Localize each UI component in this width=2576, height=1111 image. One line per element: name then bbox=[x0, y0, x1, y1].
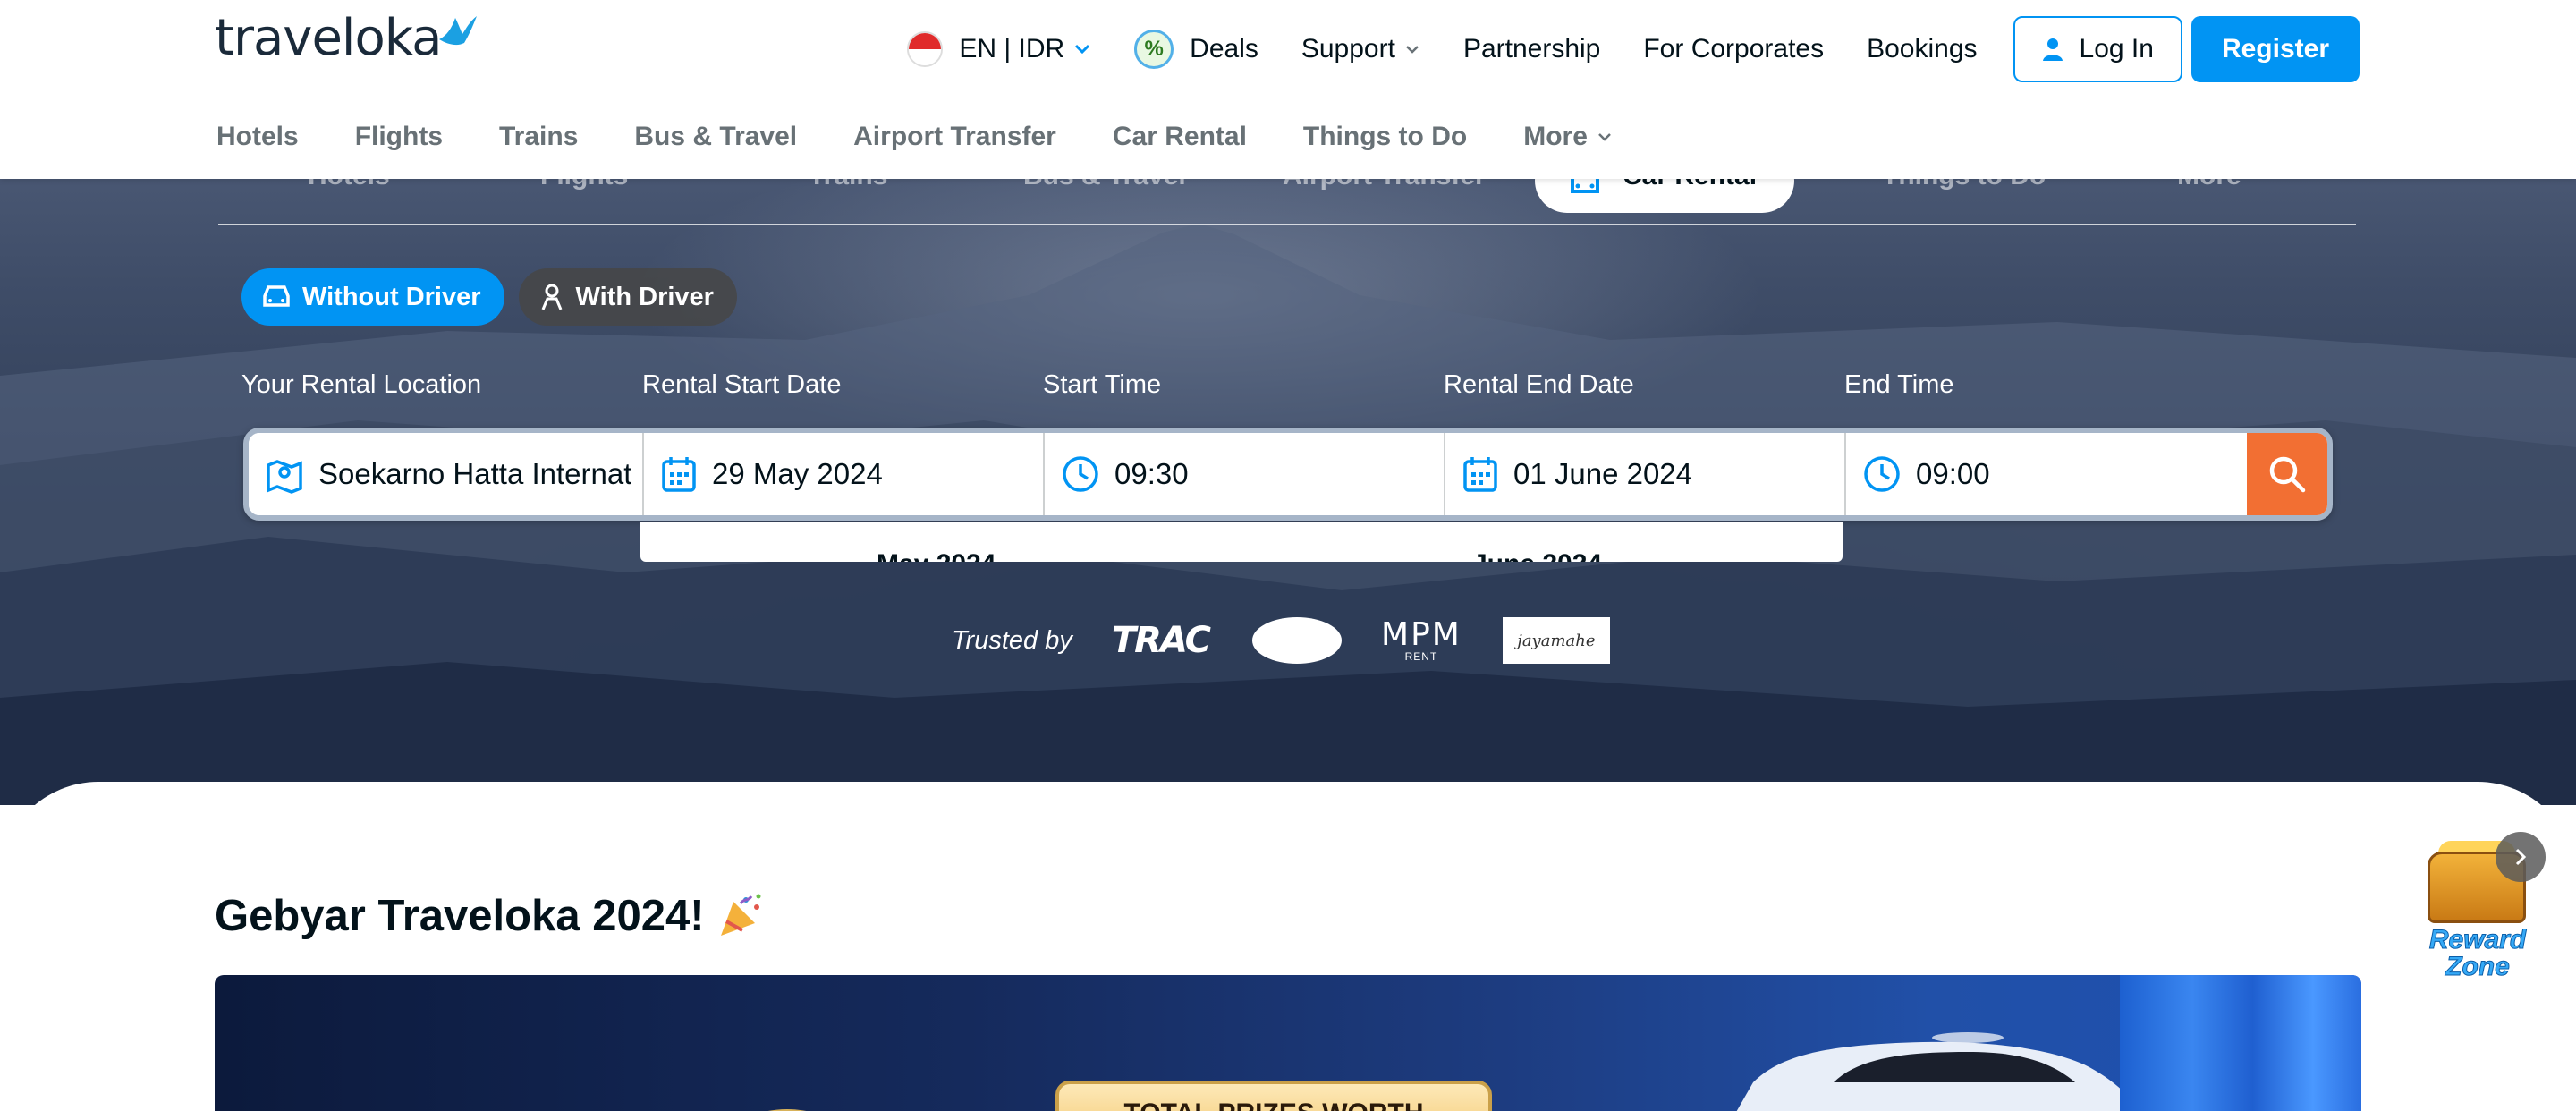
subnav-flights[interactable]: Flights bbox=[355, 122, 443, 152]
login-button[interactable]: Log In bbox=[2012, 16, 2182, 82]
with-driver-label: With Driver bbox=[575, 282, 714, 311]
partnership-link[interactable]: Partnership bbox=[1463, 34, 1600, 64]
percent-icon: % bbox=[1134, 30, 1174, 69]
prev-month-icon[interactable]: ‹ bbox=[667, 551, 676, 562]
chevron-down-icon bbox=[1075, 44, 1090, 55]
product-sub-nav: Hotels Flights Trains Bus & Travel Airpo… bbox=[216, 116, 1669, 157]
trusted-label: Trusted by bbox=[952, 625, 1072, 655]
curtain-decoration bbox=[2120, 975, 2361, 1111]
clock-icon bbox=[1864, 456, 1900, 492]
party-popper-icon bbox=[720, 894, 761, 936]
gebyar-promo-banner[interactable]: TOTAL PRIZES WORTH bbox=[215, 975, 2361, 1111]
jayamahe-logo: jayamahe bbox=[1502, 617, 1610, 664]
register-button[interactable]: Register bbox=[2190, 16, 2360, 82]
user-icon bbox=[2042, 38, 2063, 61]
bird-icon bbox=[439, 16, 478, 46]
prize-badge: TOTAL PRIZES WORTH bbox=[1055, 1081, 1492, 1111]
start-date-field[interactable]: 29 May 2024 bbox=[644, 433, 1045, 515]
search-icon bbox=[2269, 456, 2306, 493]
promo-title-text: Gebyar Traveloka 2024! bbox=[215, 892, 705, 940]
support-label: Support bbox=[1301, 34, 1395, 64]
car-icon bbox=[263, 285, 290, 307]
partner-oval-logo bbox=[1252, 617, 1343, 664]
next-month-icon[interactable]: › bbox=[1800, 551, 1809, 562]
start-time-field[interactable]: 09:30 bbox=[1045, 433, 1445, 515]
trusted-partners: Trusted by TRAC MPM RENT jayamahe bbox=[952, 614, 1610, 667]
site-header: traveloka EN | IDR % Deals Support Partn… bbox=[0, 0, 2576, 179]
end-date-label: Rental End Date bbox=[1444, 370, 1634, 399]
start-date-value: 29 May 2024 bbox=[712, 457, 883, 490]
subnav-airport-transfer[interactable]: Airport Transfer bbox=[853, 122, 1056, 152]
prize-badge-text: TOTAL PRIZES WORTH bbox=[1059, 1098, 1488, 1111]
subnav-hotels[interactable]: Hotels bbox=[216, 122, 299, 152]
end-time-value: 09:00 bbox=[1916, 457, 1990, 490]
subnav-things-to-do[interactable]: Things to Do bbox=[1303, 122, 1467, 152]
subnav-more-label: More bbox=[1523, 122, 1588, 151]
calendar-icon bbox=[1463, 457, 1497, 492]
bookings-link[interactable]: Bookings bbox=[1867, 34, 1977, 64]
end-time-label: End Time bbox=[1844, 370, 1954, 399]
end-time-field[interactable]: 09:00 bbox=[1846, 433, 2247, 515]
subnav-more[interactable]: More bbox=[1523, 122, 1613, 152]
location-label: Your Rental Location bbox=[242, 370, 482, 399]
deals-label: Deals bbox=[1190, 34, 1258, 64]
location-value: Soekarno Hatta International Airport bbox=[318, 457, 631, 490]
without-driver-label: Without Driver bbox=[302, 282, 481, 311]
map-pin-icon bbox=[267, 460, 302, 494]
chevron-right-icon bbox=[2515, 848, 2527, 866]
deals-link[interactable]: % Deals bbox=[1134, 30, 1258, 69]
subnav-car-rental[interactable]: Car Rental bbox=[1113, 122, 1247, 152]
login-label: Log In bbox=[2079, 34, 2154, 64]
indonesia-flag-icon bbox=[907, 31, 944, 67]
language-currency-label: EN | IDR bbox=[959, 34, 1065, 64]
reward-zone-label: Reward Zone bbox=[2415, 925, 2540, 981]
trac-logo: TRAC bbox=[1111, 620, 1211, 661]
end-date-value: 01 June 2024 bbox=[1513, 457, 1693, 490]
language-currency-selector[interactable]: EN | IDR bbox=[907, 31, 1091, 67]
start-time-value: 09:30 bbox=[1114, 457, 1189, 490]
subnav-bus-travel[interactable]: Bus & Travel bbox=[634, 122, 797, 152]
top-nav: EN | IDR % Deals Support Partnership For… bbox=[907, 16, 2360, 82]
without-driver-chip[interactable]: Without Driver bbox=[242, 268, 504, 326]
search-button[interactable] bbox=[2247, 433, 2327, 515]
chevron-down-icon bbox=[1598, 133, 1611, 141]
search-field-labels: Your Rental Location Rental Start Date S… bbox=[242, 370, 2299, 406]
calendar-month-left: May 2024 bbox=[877, 549, 996, 562]
for-corporates-link[interactable]: For Corporates bbox=[1643, 34, 1824, 64]
reward-zone-widget[interactable]: Reward Zone bbox=[2415, 832, 2546, 993]
chevron-down-icon bbox=[1406, 46, 1419, 54]
rental-mode-toggle: Without Driver With Driver bbox=[242, 268, 751, 326]
support-menu[interactable]: Support bbox=[1301, 34, 1420, 64]
driver-icon bbox=[541, 284, 562, 310]
reward-label-line1: Reward bbox=[2428, 925, 2527, 954]
date-picker-dropdown: ‹ May 2024 June 2024 › bbox=[640, 522, 1843, 562]
clock-icon bbox=[1063, 456, 1098, 492]
end-date-field[interactable]: 01 June 2024 bbox=[1445, 433, 1846, 515]
traveloka-logo[interactable]: traveloka bbox=[215, 7, 479, 70]
reward-label-line2: Zone bbox=[2445, 952, 2511, 981]
car-rental-search-bar: Soekarno Hatta International Airport 29 … bbox=[243, 428, 2333, 521]
promo-section-title: Gebyar Traveloka 2024! bbox=[215, 891, 766, 941]
subnav-trains[interactable]: Trains bbox=[499, 122, 578, 152]
logo-text: traveloka bbox=[215, 9, 442, 67]
calendar-icon bbox=[662, 457, 696, 492]
start-date-label: Rental Start Date bbox=[642, 370, 842, 399]
reward-expand-button[interactable] bbox=[2496, 832, 2546, 882]
start-time-label: Start Time bbox=[1043, 370, 1162, 399]
car-illustration bbox=[1736, 1032, 2140, 1111]
mpm-rent-logo: MPM RENT bbox=[1381, 616, 1462, 663]
calendar-month-right: June 2024 bbox=[1472, 549, 1602, 562]
location-field[interactable]: Soekarno Hatta International Airport bbox=[249, 433, 644, 515]
with-driver-chip[interactable]: With Driver bbox=[518, 268, 737, 326]
